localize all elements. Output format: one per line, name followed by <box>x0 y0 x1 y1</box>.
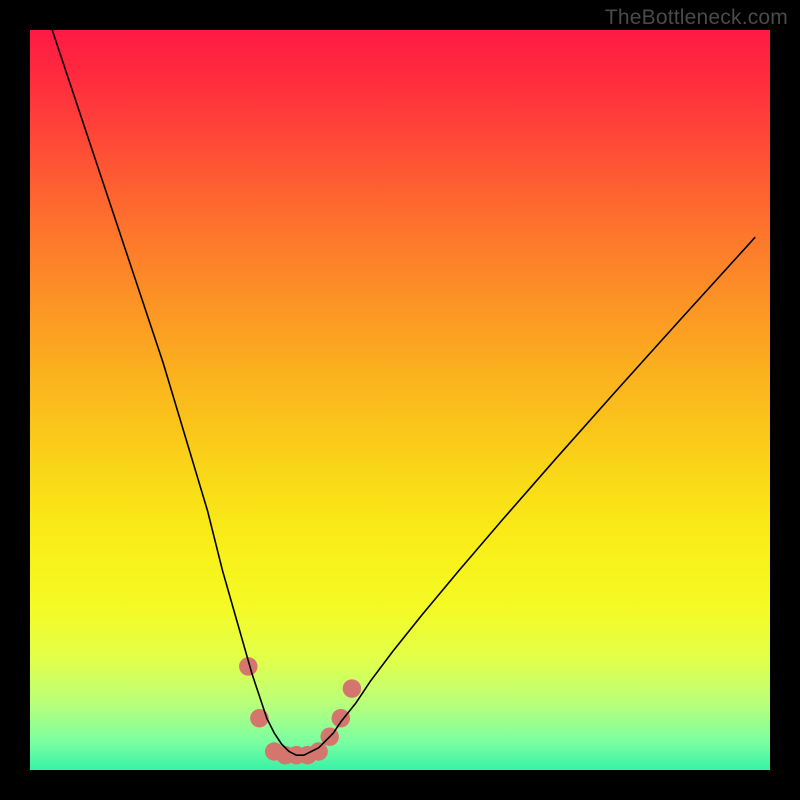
bottleneck-curve <box>52 30 755 755</box>
chart-plot-area <box>30 30 770 770</box>
highlight-point <box>250 709 269 728</box>
highlight-point <box>343 679 362 698</box>
chart-svg <box>30 30 770 770</box>
watermark-text: TheBottleneck.com <box>605 6 788 30</box>
highlight-point <box>332 709 351 728</box>
highlight-points-group <box>239 657 361 764</box>
